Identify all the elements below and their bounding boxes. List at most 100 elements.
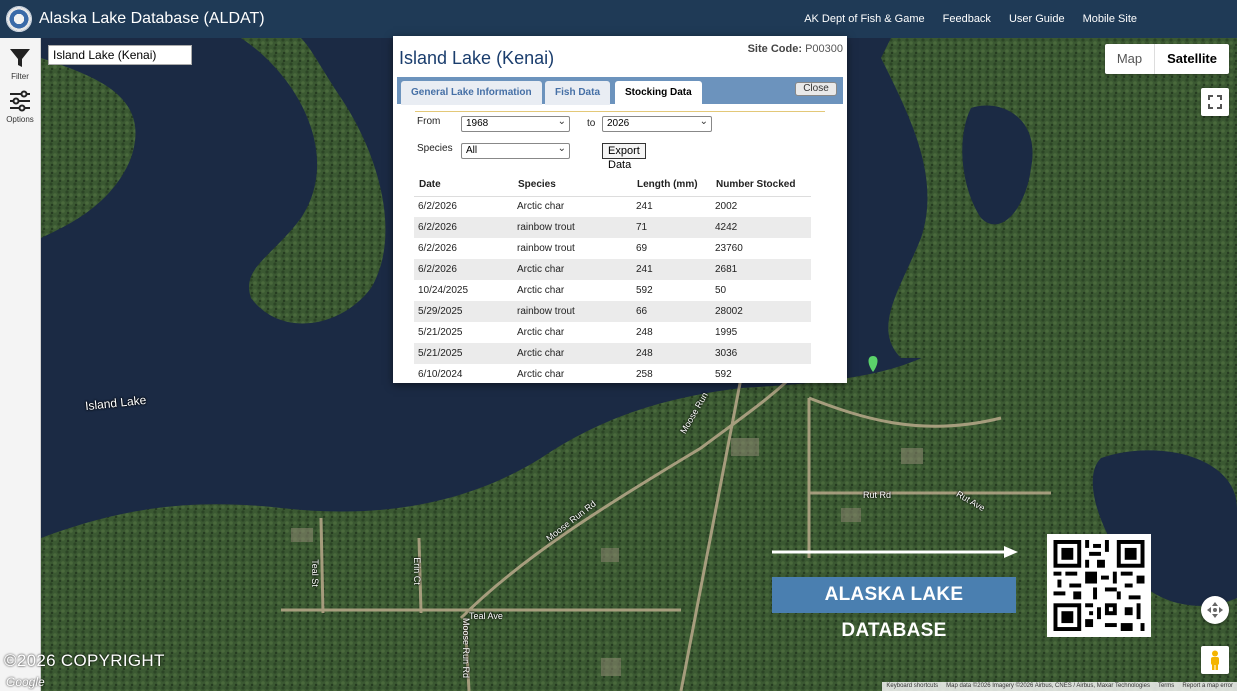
cell-number: 50 <box>715 285 727 296</box>
compass-icon <box>1207 602 1223 618</box>
options-button[interactable]: Options <box>0 81 40 124</box>
map-label-moose-run-rd-2: Moose Run Rd <box>461 617 472 679</box>
cell-species: rainbow trout <box>513 217 632 238</box>
filter-label: Filter <box>11 72 29 81</box>
camera-control-button[interactable] <box>1201 596 1229 624</box>
map-attribution: Keyboard shortcuts Map data ©2026 Imager… <box>882 682 1237 691</box>
col-number-stocked: Number Stocked <box>711 174 811 197</box>
cell-length: 248 <box>632 343 711 364</box>
cell-date: 6/2/2026 <box>414 217 513 238</box>
tab-stocking-data[interactable]: Stocking Data <box>615 81 702 105</box>
google-logo: Google <box>6 675 45 689</box>
street-view-button[interactable] <box>1201 646 1229 674</box>
fullscreen-button[interactable] <box>1201 88 1229 116</box>
lake-search-input[interactable]: Island Lake (Kenai) <box>48 45 192 65</box>
map-label-teal-ave: Teal Ave <box>469 611 503 621</box>
keyboard-shortcuts-link[interactable]: Keyboard shortcuts <box>886 682 938 691</box>
report-error-link[interactable]: Report a map error <box>1182 682 1233 691</box>
cell-species: Arctic char <box>517 369 565 380</box>
table-row: 5/21/2025 Arctic char 248 3036 <box>414 343 811 364</box>
species-select[interactable]: All <box>461 142 570 159</box>
col-date: Date <box>414 174 513 197</box>
options-label: Options <box>6 115 34 124</box>
map-label-rut-rd: Rut Rd <box>863 490 892 500</box>
adfg-logo-icon <box>6 6 32 32</box>
species-label: Species <box>417 143 453 154</box>
map-type-satellite[interactable]: Satellite <box>1154 44 1229 74</box>
link-feedback[interactable]: Feedback <box>943 13 991 25</box>
link-user-guide[interactable]: User Guide <box>1009 13 1065 25</box>
map-label-teal-st: Teal St <box>309 559 320 587</box>
cell-date: 10/24/2025 <box>418 285 469 296</box>
tab-general-lake-information[interactable]: General Lake Information <box>401 81 542 105</box>
table-row: 6/2/2026 rainbow trout 69 23760 <box>414 238 811 259</box>
tab-fish-data[interactable]: Fish Data <box>545 81 611 105</box>
to-label: to <box>587 118 596 129</box>
table-row: 5/29/2025 rainbow trout 66 28002 <box>414 301 811 322</box>
sidebar: Filter Options <box>0 38 41 691</box>
cell-species: rainbow trout <box>517 243 575 254</box>
cell-length: 66 <box>632 301 711 322</box>
table-row: 6/2/2026 Arctic char 241 2002 <box>414 196 811 217</box>
from-label: From <box>417 116 441 127</box>
map-type-map[interactable]: Map <box>1105 44 1154 74</box>
cell-length: 71 <box>632 217 711 238</box>
stocking-table: Date Species Length (mm) Number Stocked … <box>414 174 811 383</box>
cell-length: 69 <box>636 243 648 254</box>
table-row: 6/10/2024 Arctic char 258 592 <box>414 364 811 383</box>
cell-number: 23760 <box>715 243 743 254</box>
filter-icon <box>10 49 30 67</box>
to-year-select[interactable]: 2026 <box>602 115 712 132</box>
cell-number: 2681 <box>711 259 811 280</box>
table-row: 6/2/2026 rainbow trout 71 4242 <box>414 217 811 238</box>
cell-date: 6/2/2026 <box>418 243 457 254</box>
cell-species: rainbow trout <box>513 301 632 322</box>
cell-number: 28002 <box>711 301 811 322</box>
cell-date: 6/2/2026 <box>414 259 513 280</box>
header-links: AK Dept of Fish & Game Feedback User Gui… <box>804 0 1137 38</box>
dialog-tabs: General Lake Information Fish Data Stock… <box>397 77 843 105</box>
cell-species: Arctic char <box>517 285 565 296</box>
cell-number: 2002 <box>715 201 738 213</box>
terms-link[interactable]: Terms <box>1158 682 1174 691</box>
cell-length: 248 <box>636 327 653 338</box>
qr-code-icon <box>1047 534 1151 637</box>
from-year-select[interactable]: 1968 <box>461 115 570 132</box>
cell-date: 5/29/2025 <box>414 301 513 322</box>
table-header-row: Date Species Length (mm) Number Stocked <box>414 174 811 197</box>
lake-info-dialog: Island Lake (Kenai) Site Code: P00300 Ge… <box>393 36 847 383</box>
filter-button[interactable]: Filter <box>0 38 40 81</box>
site-code-label: Site Code: <box>747 43 802 55</box>
cell-length: 258 <box>636 369 653 380</box>
app-header: Alaska Lake Database (ALDAT) AK Dept of … <box>0 0 1237 38</box>
cell-number: 3036 <box>711 343 811 364</box>
site-code-value: P00300 <box>805 43 843 55</box>
cell-length: 592 <box>636 285 653 296</box>
close-button[interactable]: Close <box>795 82 837 96</box>
cell-species: Arctic char <box>517 201 565 213</box>
cell-length: 241 <box>632 259 711 280</box>
cell-species: Arctic char <box>513 259 632 280</box>
cell-species: Arctic char <box>513 343 632 364</box>
database-banner: ALASKA LAKE DATABASE <box>772 577 1016 641</box>
cell-number: 592 <box>715 369 732 380</box>
link-adfg[interactable]: AK Dept of Fish & Game <box>804 13 924 25</box>
copyright-text: ©2026 COPYRIGHT <box>4 651 165 670</box>
map-type-toggle: Map Satellite <box>1104 44 1229 74</box>
export-data-button[interactable]: Export Data <box>602 143 646 171</box>
cell-species: Arctic char <box>517 327 565 338</box>
cell-date: 5/21/2025 <box>414 343 513 364</box>
table-row: 5/21/2025 Arctic char 248 1995 <box>414 322 811 343</box>
table-row: 10/24/2025 Arctic char 592 50 <box>414 280 811 301</box>
sliders-icon <box>10 90 30 112</box>
link-mobile-site[interactable]: Mobile Site <box>1083 13 1137 25</box>
cell-number: 4242 <box>711 217 811 238</box>
table-row: 6/2/2026 Arctic char 241 2681 <box>414 259 811 280</box>
cell-date: 6/2/2026 <box>418 201 457 213</box>
cell-number: 1995 <box>715 327 738 338</box>
map-data-text: Map data ©2026 Imagery ©2026 Airbus, CNE… <box>946 683 1150 689</box>
map-label-erin-ct: Erin Ct <box>411 557 422 585</box>
dialog-title: Island Lake (Kenai) <box>399 48 555 68</box>
col-length: Length (mm) <box>632 174 711 197</box>
divider <box>415 111 825 112</box>
